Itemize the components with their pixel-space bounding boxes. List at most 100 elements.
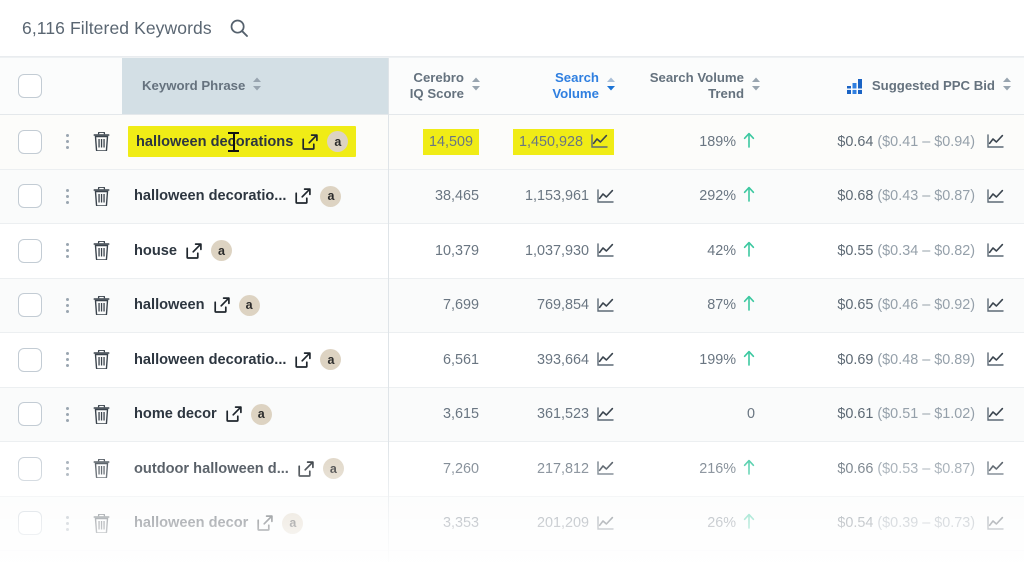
table-row[interactable]: halloween decor a 3,353 201,209 26% $0.54 …	[0, 496, 1024, 551]
suggested-ppc-bid-content: $0.54 ($0.39 – $0.73)	[837, 515, 975, 531]
external-link-icon[interactable]	[186, 243, 202, 259]
sort-icon[interactable]	[252, 76, 262, 97]
header-search-volume[interactable]: Search Volume	[493, 58, 628, 114]
keyword-phrase-cell[interactable]: halloween a	[122, 279, 388, 333]
keyword-phrase-cell[interactable]: halloween decor a	[122, 497, 388, 551]
select-all-checkbox[interactable]	[18, 74, 42, 98]
kebab-menu-icon[interactable]	[57, 349, 77, 371]
external-link-icon[interactable]	[295, 352, 312, 368]
search-icon[interactable]	[226, 15, 252, 41]
table-row[interactable]: halloween decoratio... a 6,561 393,664 199…	[0, 333, 1024, 388]
sort-icon[interactable]	[606, 76, 616, 97]
amazon-badge[interactable]: a	[210, 240, 232, 262]
sparkline-icon[interactable]	[987, 516, 1004, 531]
suggested-ppc-bid-value: $0.64	[837, 133, 874, 150]
keyword-phrase-cell[interactable]: halloween decoratio... a	[122, 333, 388, 387]
table-row[interactable]: home decor a 3,615 361,523 0 $0.61 ($0.51 –…	[0, 387, 1024, 442]
page-title: 6,116 Filtered Keywords	[22, 17, 212, 38]
kebab-menu-icon[interactable]	[57, 240, 77, 262]
row-checkbox[interactable]	[18, 293, 42, 318]
trash-icon[interactable]	[93, 241, 110, 261]
trash-icon[interactable]	[93, 132, 110, 152]
search-volume-cell: 1,037,930	[493, 224, 628, 278]
amazon-badge[interactable]: a	[322, 458, 344, 480]
table-row[interactable]: halloween decorations a 14,509 1,450,928 1…	[0, 115, 1024, 170]
external-link-icon[interactable]	[226, 406, 242, 423]
external-link-icon[interactable]	[213, 297, 230, 314]
sparkline-icon[interactable]	[987, 461, 1004, 476]
kebab-menu-icon[interactable]	[57, 294, 77, 316]
kebab-menu-icon[interactable]	[57, 185, 77, 207]
amazon-badge[interactable]: a	[327, 131, 349, 153]
kebab-menu-icon[interactable]	[57, 403, 77, 425]
header-suggested-ppc-bid[interactable]: Suggested PPC Bid	[773, 58, 1024, 114]
sparkline-icon[interactable]	[987, 189, 1004, 204]
cerebro-iq-score-value: 14,509	[422, 128, 479, 155]
row-checkbox[interactable]	[18, 184, 42, 209]
trash-icon[interactable]	[93, 295, 110, 315]
kebab-menu-icon[interactable]	[57, 512, 77, 534]
cerebro-iq-score-cell: 14,509	[388, 115, 493, 169]
search-volume-value: 361,523	[536, 406, 589, 423]
row-checkbox[interactable]	[18, 129, 42, 154]
row-checkbox[interactable]	[18, 402, 42, 427]
header-keyword-phrase[interactable]: Keyword Phrase	[122, 58, 388, 114]
row-menu-cell	[54, 497, 80, 551]
row-checkbox[interactable]	[18, 347, 42, 372]
row-checkbox[interactable]	[18, 238, 42, 263]
search-volume-cell: 201,209	[493, 497, 628, 551]
amazon-badge[interactable]: a	[238, 294, 260, 316]
table-row[interactable]: outdoor halloween d... a 7,260 217,812 216…	[0, 442, 1024, 497]
keyword-phrase-cell[interactable]: halloween decoratio... a	[122, 170, 388, 224]
amazon-badge[interactable]: a	[282, 512, 304, 534]
sparkline-icon[interactable]	[987, 243, 1004, 258]
external-link-icon[interactable]	[295, 188, 312, 205]
cerebro-iq-score-value: 7,260	[442, 460, 479, 477]
kebab-menu-icon[interactable]	[57, 131, 77, 153]
sort-icon[interactable]	[751, 76, 761, 97]
row-checkbox[interactable]	[18, 456, 42, 481]
table-row[interactable]: halloween decoratio... a 38,465 1,153,961 …	[0, 169, 1024, 224]
keyword-phrase-text: house	[134, 242, 177, 259]
keyword-phrase-cell[interactable]: outdoor halloween d... a	[122, 442, 388, 496]
sparkline-icon[interactable]	[987, 352, 1004, 367]
table-row-partial	[0, 551, 1024, 562]
trash-icon[interactable]	[93, 459, 110, 479]
trash-icon[interactable]	[93, 513, 110, 533]
keyword-phrase-content: halloween decoratio... a	[122, 333, 388, 387]
amazon-badge[interactable]: a	[320, 185, 342, 207]
sparkline-icon[interactable]	[597, 352, 614, 367]
row-select-cell	[0, 279, 54, 333]
sparkline-icon[interactable]	[987, 407, 1004, 422]
trash-icon[interactable]	[93, 404, 110, 424]
table-row[interactable]: halloween a 7,699 769,854 87% $0.65 ($0.46…	[0, 278, 1024, 333]
search-volume-value: 1,450,928	[518, 133, 583, 150]
search-volume-trend-cell: 0	[628, 388, 773, 442]
sparkline-icon[interactable]	[597, 298, 614, 313]
sparkline-icon[interactable]	[597, 243, 614, 258]
keyword-phrase-cell[interactable]: home decor a	[122, 388, 388, 442]
sparkline-icon[interactable]	[591, 134, 608, 149]
keyword-phrase-cell[interactable]: house a	[122, 224, 388, 278]
kebab-menu-icon[interactable]	[57, 458, 77, 480]
sparkline-icon[interactable]	[597, 407, 614, 422]
row-checkbox[interactable]	[18, 511, 42, 536]
amazon-badge[interactable]: a	[250, 403, 272, 425]
sort-icon[interactable]	[1002, 76, 1012, 97]
external-link-icon[interactable]	[302, 134, 319, 150]
trash-icon[interactable]	[93, 186, 110, 206]
sparkline-icon[interactable]	[987, 134, 1004, 149]
header-cerebro-iq-score[interactable]: Cerebro IQ Score	[388, 58, 493, 114]
trash-icon[interactable]	[93, 350, 110, 370]
external-link-icon[interactable]	[257, 515, 274, 532]
header-search-volume-trend[interactable]: Search Volume Trend	[628, 58, 773, 114]
sparkline-icon[interactable]	[597, 516, 614, 531]
sparkline-icon[interactable]	[597, 189, 614, 204]
keyword-phrase-cell[interactable]: halloween decorations a	[122, 115, 388, 169]
sparkline-icon[interactable]	[987, 298, 1004, 313]
sparkline-icon[interactable]	[597, 461, 614, 476]
amazon-badge[interactable]: a	[320, 349, 342, 371]
table-row[interactable]: house a 10,379 1,037,930 42% $0.55 ($0.34 …	[0, 224, 1024, 279]
external-link-icon[interactable]	[298, 461, 314, 477]
sort-icon[interactable]	[471, 76, 481, 97]
